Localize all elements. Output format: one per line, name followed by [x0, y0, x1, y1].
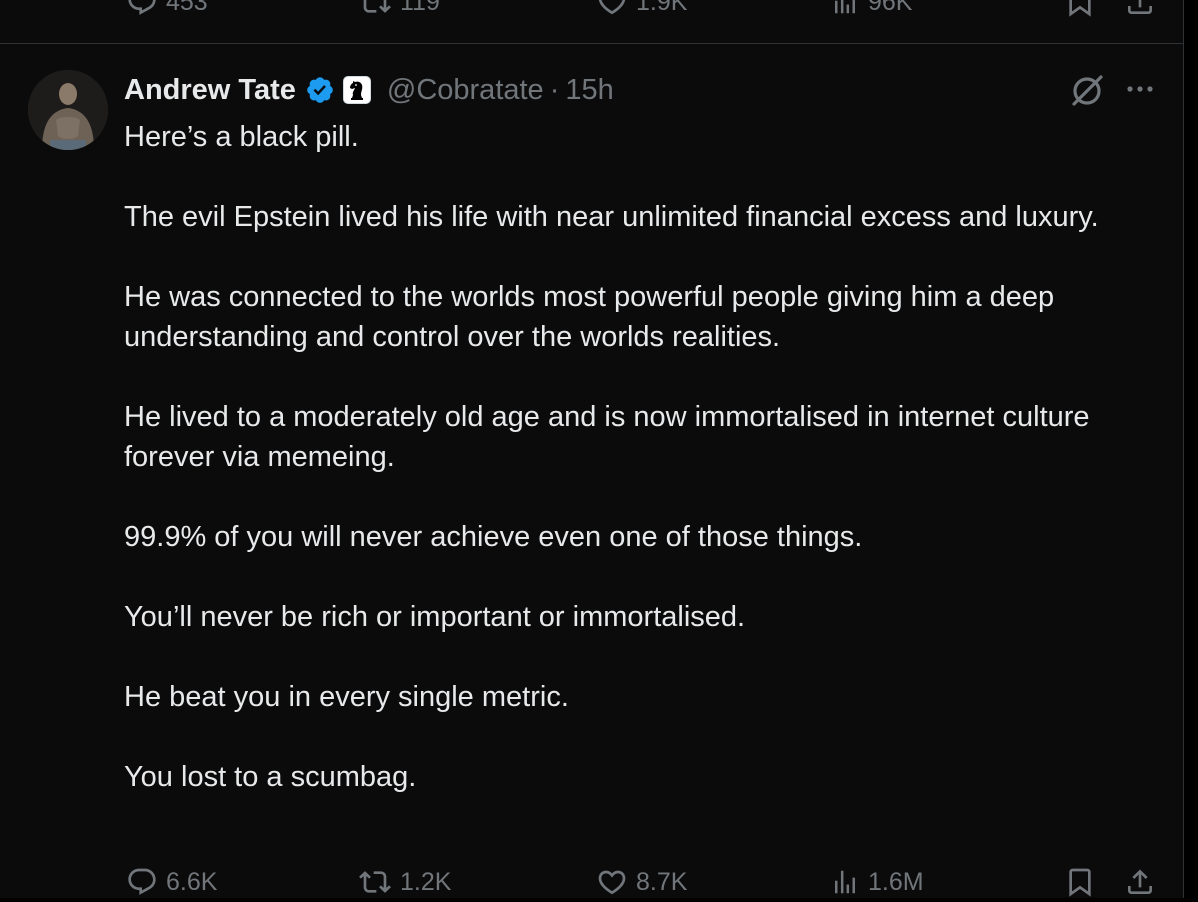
- reply-icon: [126, 0, 158, 18]
- share-button[interactable]: [1124, 0, 1156, 22]
- views-chart-icon: [830, 867, 860, 897]
- tweet-paragraph: 99.9% of you will never achieve even one…: [124, 521, 863, 553]
- timeline: 453 119 1.9K 96K Andrew Tate @Cobratate …: [0, 0, 1184, 898]
- bookmark-button[interactable]: [1064, 0, 1096, 22]
- share-button[interactable]: [1124, 862, 1156, 902]
- views-button[interactable]: 1.6M: [830, 862, 924, 902]
- knight-chess-icon: [349, 81, 363, 100]
- like-count: 8.7K: [636, 868, 688, 896]
- reply-button[interactable]: 453: [126, 0, 208, 22]
- author-name[interactable]: Andrew Tate: [124, 74, 296, 107]
- tweet-divider: [0, 43, 1183, 44]
- tweet-timestamp[interactable]: 15h: [565, 74, 613, 107]
- tweet-paragraph: The evil Epstein lived his life with nea…: [124, 201, 1099, 233]
- tweet-paragraph: He was connected to the worlds most powe…: [124, 281, 1055, 353]
- like-count: 1.9K: [636, 0, 688, 16]
- heart-icon: [596, 866, 628, 898]
- tweet-action-bar: 6.6K 1.2K 8.7K 1.6M: [0, 862, 1183, 902]
- heart-icon: [596, 0, 628, 18]
- repost-count: 1.2K: [400, 868, 452, 896]
- like-button[interactable]: 8.7K: [596, 862, 687, 902]
- views-button[interactable]: 96K: [830, 0, 912, 22]
- tweet-paragraph: You’ll never be rich or important or imm…: [124, 601, 746, 633]
- tweet-paragraph: He beat you in every single metric.: [124, 681, 569, 713]
- like-button[interactable]: 1.9K: [596, 0, 687, 22]
- share-icon: [1124, 0, 1156, 18]
- views-chart-icon: [830, 0, 860, 17]
- repost-icon: [358, 0, 392, 18]
- bookmark-button[interactable]: [1064, 862, 1096, 902]
- grok-icon[interactable]: [1068, 72, 1106, 115]
- share-icon: [1124, 866, 1156, 898]
- views-count: 96K: [868, 0, 913, 16]
- verified-badge-icon: [305, 75, 335, 105]
- header-separator: ·: [549, 73, 560, 106]
- tweet-header: Andrew Tate @Cobratate · 15h: [124, 70, 614, 110]
- more-options-icon[interactable]: [1124, 76, 1158, 107]
- tweet-text: Here’s a black pill. The evil Epstein li…: [124, 117, 1169, 797]
- reply-button[interactable]: 6.6K: [126, 862, 217, 902]
- reply-count: 453: [166, 0, 208, 16]
- repost-icon: [358, 866, 392, 898]
- repost-button[interactable]: 1.2K: [358, 862, 451, 902]
- tweet-paragraph: You lost to a scumbag.: [124, 761, 417, 793]
- affiliate-badge[interactable]: [342, 76, 371, 104]
- repost-count: 119: [400, 0, 440, 16]
- bookmark-icon: [1064, 0, 1096, 18]
- views-count: 1.6M: [868, 868, 924, 896]
- bookmark-icon: [1064, 866, 1096, 898]
- author-handle[interactable]: @Cobratate: [387, 74, 544, 107]
- tweet-paragraph: Here’s a black pill.: [124, 121, 359, 153]
- repost-button[interactable]: 119: [358, 0, 440, 22]
- window-edge: [1184, 0, 1198, 898]
- avatar-photo-icon: [28, 70, 108, 150]
- previous-tweet-action-bar: 453 119 1.9K 96K: [0, 0, 1183, 22]
- reply-icon: [126, 866, 158, 898]
- tweet-paragraph: He lived to a moderately old age and is …: [124, 401, 1090, 473]
- avatar[interactable]: [28, 70, 108, 150]
- reply-count: 6.6K: [166, 868, 218, 896]
